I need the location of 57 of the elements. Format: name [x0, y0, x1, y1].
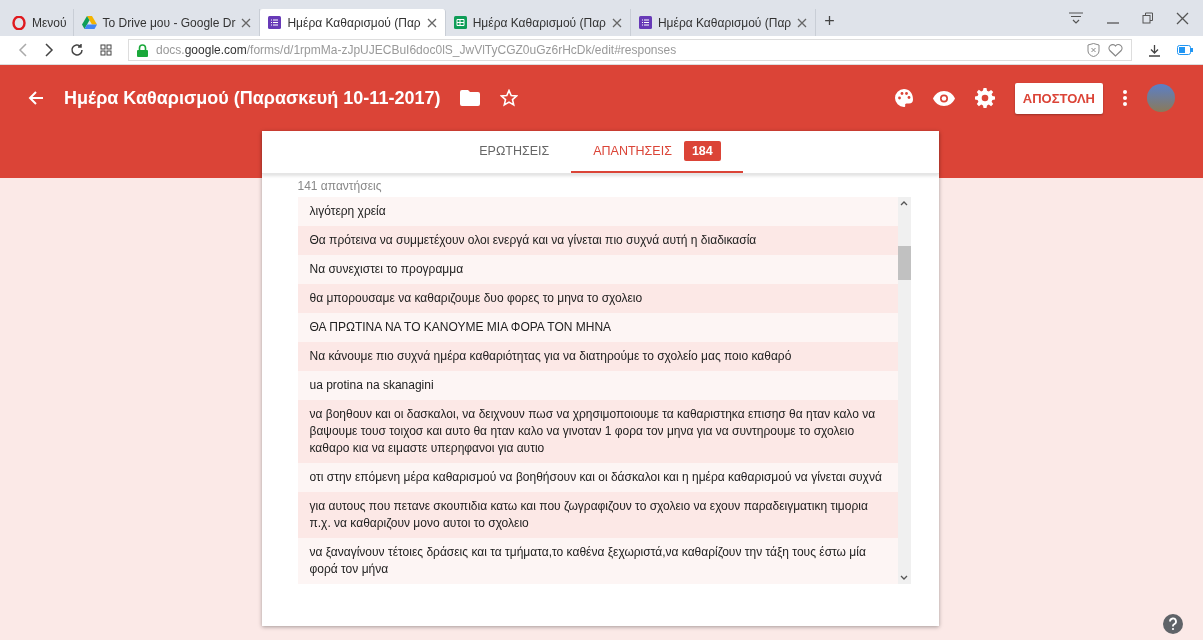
scroll-down-icon[interactable] [900, 575, 908, 581]
forward-icon[interactable] [44, 43, 54, 57]
form-title: Ημέρα Καθαρισμού (Παρασκευή 10-11-2017) [64, 87, 441, 109]
more-icon[interactable] [1123, 90, 1127, 106]
restore-icon[interactable] [1142, 12, 1154, 24]
count-badge: 184 [683, 141, 721, 161]
response-row: Να κάνουμε πιο συχνά ημέρα καθαριότητας για να διατηρούμε το σχολείο μας ποιο καθαρό [297, 342, 898, 371]
close-icon[interactable] [1176, 11, 1189, 25]
response-row: για αυτους που πετανε σκουπιδια κατω και που ζωγραφιζουν το σχολειο να εχουν παραδειγματικη τιμορια π.χ. να καθαριζουν μονο αυτοι το σχολειο [297, 492, 898, 538]
address-field[interactable]: docs.google.com/forms/d/1rpmMa-zJpUJECBuI6doc0lS_JwVlTyCGZ0uGz6rHcDk/edit#responses [128, 39, 1132, 61]
grid-icon[interactable] [100, 44, 112, 56]
heart-icon[interactable] [1108, 43, 1123, 57]
tab-title: Ημέρα Καθαρισμού (Παρ [287, 15, 421, 30]
response-row: Να συνεχιστει το προγραμμα [297, 255, 898, 284]
response-row: λιγότερη χρεία [297, 197, 898, 226]
back-arrow-icon[interactable] [28, 90, 44, 106]
url-text: docs.google.com/forms/d/1rpmMa-zJpUJECBuI6doc0lS_JwVlTyCGZ0uGz6rHcDk/edit#responses [156, 43, 678, 57]
close-icon[interactable] [426, 17, 437, 28]
back-icon[interactable] [18, 43, 28, 57]
response-count: 141 απαντήσεις [296, 178, 383, 195]
send-button[interactable]: ΑΠΟΣΤΟΛΗ [1014, 82, 1103, 114]
response-row: ΘΑ ΠΡΩΤΙΝΑ ΝΑ ΤΟ ΚΑΝΟΥΜΕ ΜΙΑ ΦΟΡΑ ΤΟΝ ΜΗΝΑ [297, 313, 898, 342]
shield-icon[interactable] [1087, 43, 1100, 57]
tab-title: Ημέρα Καθαρισμού (Παρ [472, 15, 606, 30]
palette-icon[interactable] [894, 89, 913, 107]
new-tab-button[interactable]: + [824, 10, 835, 32]
download-icon[interactable] [1148, 43, 1161, 57]
opera-logo-icon [12, 15, 26, 30]
battery-icon[interactable] [1177, 45, 1193, 55]
response-row: θα μπορουσαμε να καθαριζουμε δυο φορες το μηνα το σχολειο [297, 284, 898, 313]
help-icon[interactable] [1163, 614, 1183, 634]
eye-icon[interactable] [932, 90, 955, 106]
settings-icon[interactable] [974, 88, 995, 108]
tab-title: Ημέρα Καθαρισμού (Παρ [657, 15, 792, 30]
form-tab[interactable]: ΑΠΑΝΤΗΣΕΙΣ 184 [571, 131, 743, 173]
response-row: ua protina na skanagini [297, 371, 898, 400]
lock-icon [137, 43, 148, 57]
tab-title: To Drive μου - Google Dr [102, 15, 236, 30]
scroll-up-icon[interactable] [900, 200, 908, 206]
response-row: να ξαναγίνουν τέτοιες δράσεις και τα τμήματα,το καθένα ξεχωριστά,να καθαρίζουν την τάξη τους έστω μία φορά τον μήνα [297, 538, 898, 584]
form-icon [638, 16, 652, 29]
reload-icon[interactable] [70, 43, 84, 57]
star-icon[interactable] [500, 89, 519, 107]
response-row: οτι στην επόμενη μέρα καθαρισμού να βοηθήσουν και οι δάσκαλοι και η ημέρα καθαρισμού να γίνεται συχνά [297, 463, 898, 492]
form-icon [453, 16, 467, 29]
menu-label: Μενού [32, 15, 67, 30]
triangle-icon [81, 16, 97, 29]
response-row: Θα πρότεινα να συμμετέχουν ολοι ενεργά και να γίνεται πιο συχνά αυτή η διαδικασία [297, 226, 898, 255]
tab-menu-icon[interactable] [1068, 12, 1084, 24]
form-tab[interactable]: ΕΡΩΤΗΣΕΙΣ [457, 131, 572, 173]
close-icon[interactable] [611, 17, 622, 28]
browser-tab[interactable]: Ημέρα Καθαρισμού (Παρ [260, 9, 446, 36]
folder-icon[interactable] [460, 90, 481, 106]
response-row: να βοηθουν και οι δασκαλοι, να δειχνουν πωσ να χρησιμοποιουμε τα καθαριστηκα επισησ θα ηταν καλο να βαψουμε τουσ τοιχοσ και αυτο θα ηταν καλο να γινοταν 1 φορα τον μηνα για να συντηρουμε το σχολειο καθαρο κια να ειμαστε υπερηφανοι για αυτιο [297, 400, 898, 463]
close-icon[interactable] [241, 17, 252, 28]
close-icon[interactable] [797, 17, 808, 28]
form-icon [268, 16, 282, 29]
